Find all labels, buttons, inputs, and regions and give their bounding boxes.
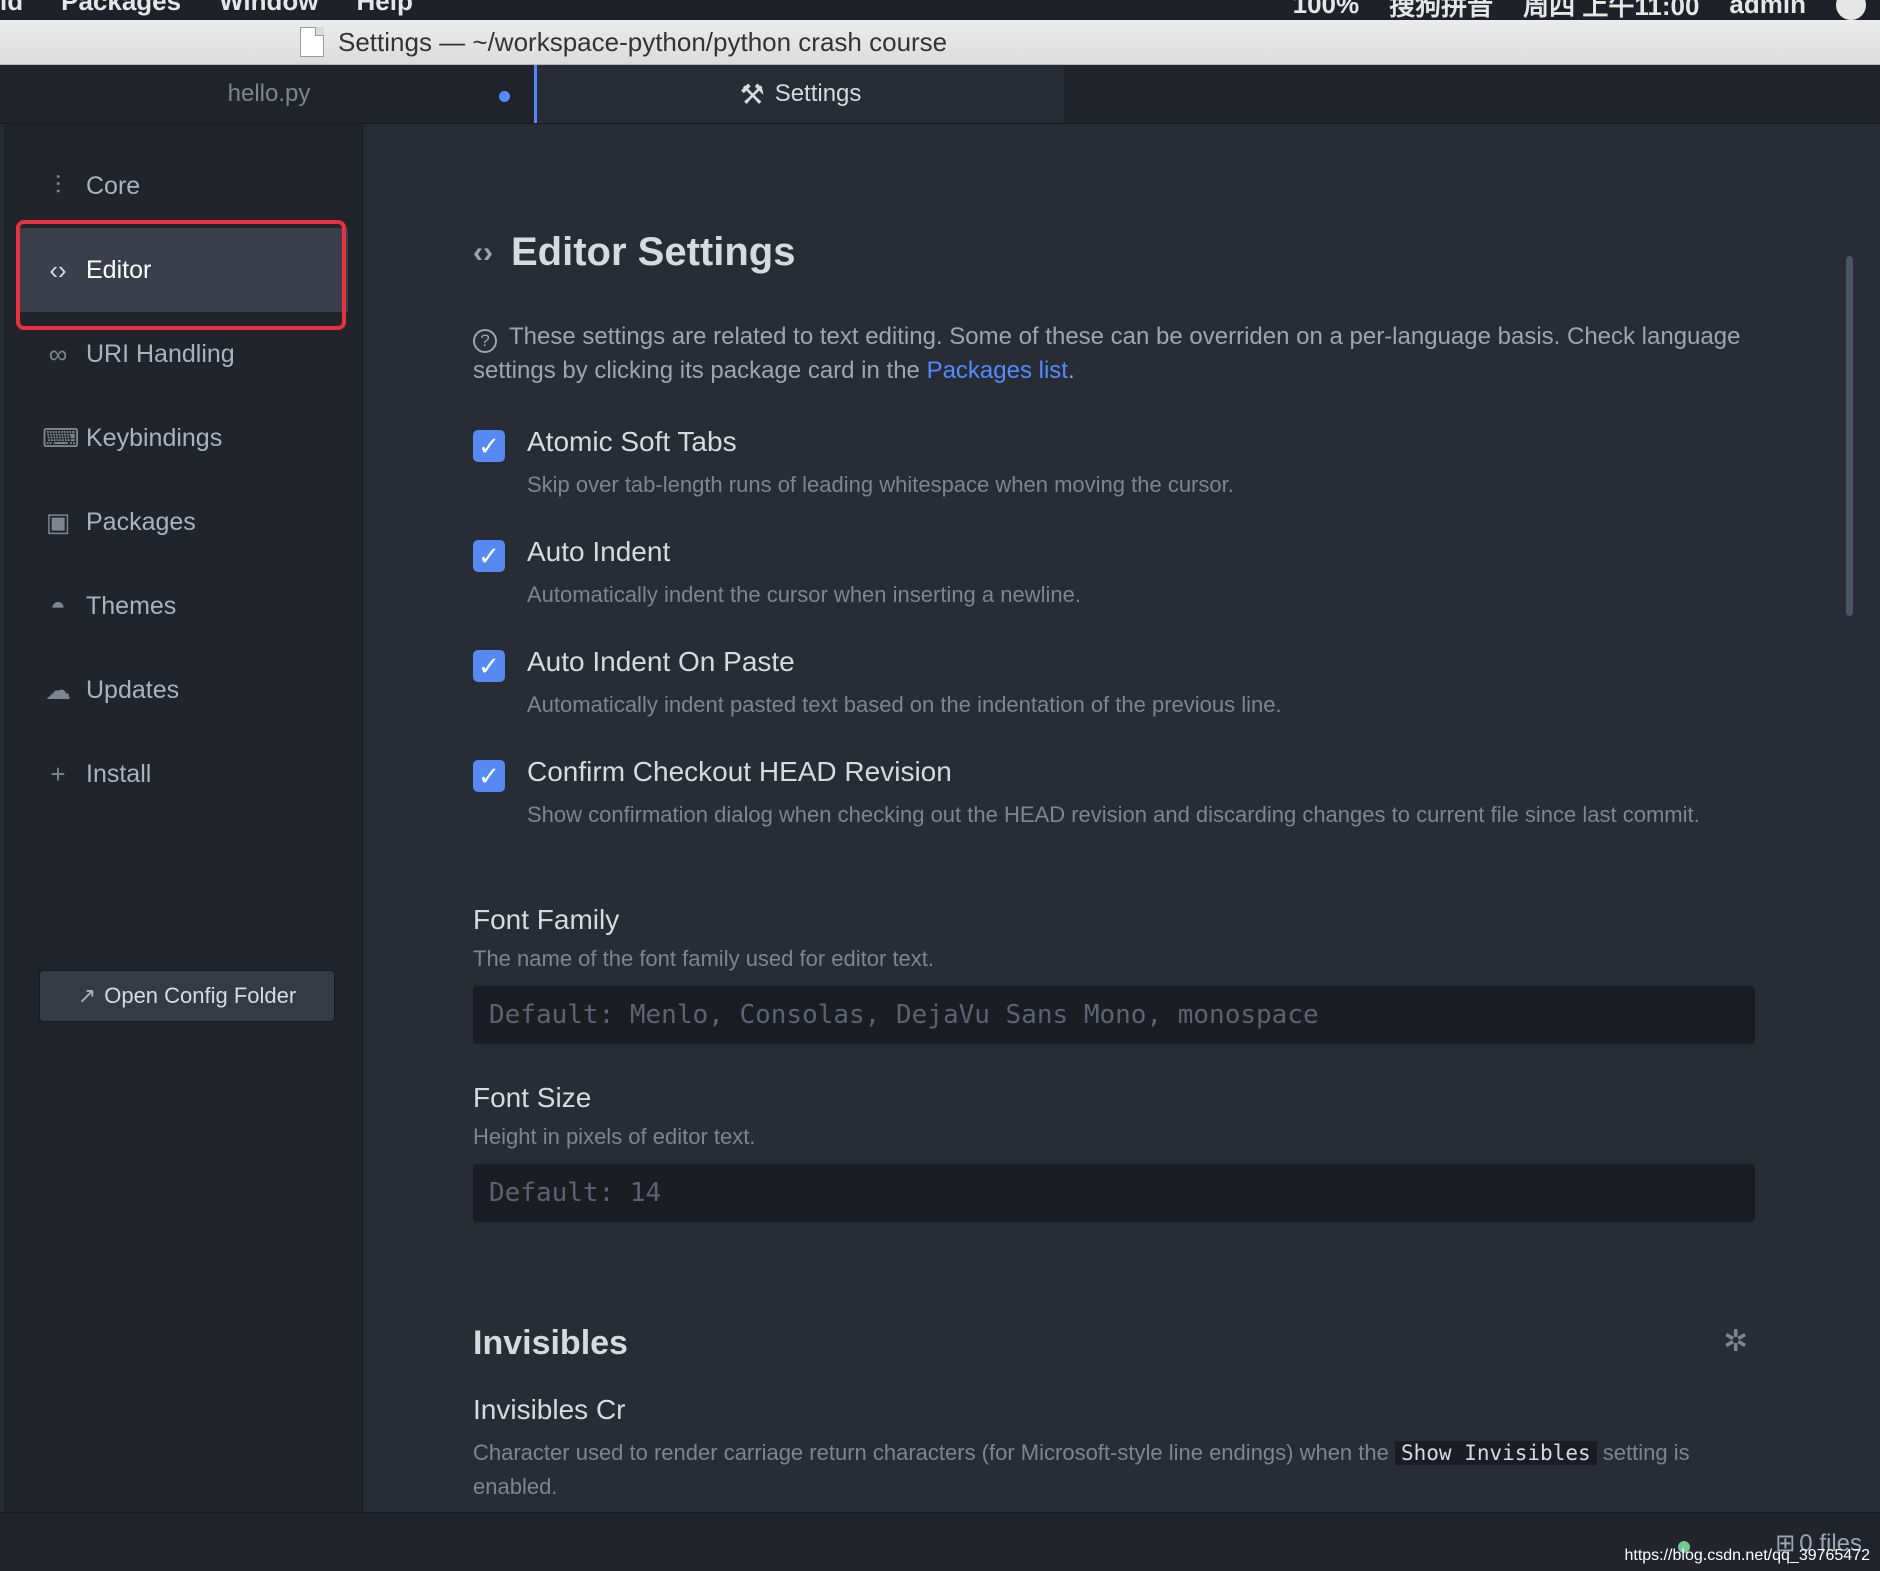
tab-settings[interactable]: ⚒ Settings (534, 65, 1064, 123)
font-family-description: The name of the font family used for edi… (473, 946, 935, 971)
input-method[interactable]: 搜狗拼音 (1389, 0, 1493, 20)
intro-text: ? These settings are related to text edit… (473, 320, 1773, 388)
sidebar-item-label: Install (86, 759, 152, 788)
tab-hello-py[interactable]: hello.py (4, 65, 534, 123)
setting-description: Automatically indent pasted text based o… (527, 692, 1282, 717)
status-bar: ⊞ 0 files https://blog.csdn.net/qq_397654… (0, 1512, 1880, 1571)
sliders-icon: ⫶ (54, 170, 62, 200)
confirm-checkout-head-checkbox[interactable]: ✓ (473, 760, 505, 792)
scrollbar[interactable] (1846, 256, 1853, 616)
page-title: ‹› Editor Settings (473, 230, 795, 275)
font-family-input[interactable]: Default: Menlo, Consolas, DejaVu Sans Mo… (473, 986, 1755, 1044)
sidebar-item-label: Core (86, 171, 141, 200)
invisibles-cr-label: Invisibles Cr (473, 1394, 626, 1425)
show-invisibles-code: Show Invisibles (1394, 1441, 1597, 1465)
modified-dot-icon[interactable] (499, 91, 510, 102)
sidebar-item-install[interactable]: + Install (18, 732, 348, 816)
setting-label[interactable]: Auto Indent On Paste (527, 646, 795, 678)
question-icon: ? (473, 329, 497, 353)
watermark-url: https://blog.csdn.net/qq_39765472 (1624, 1547, 1870, 1564)
window-title-bar: Settings — ~/workspace-python/python cra… (0, 20, 1880, 65)
settings-panel: ‹› Editor Settings ? These settings are r… (363, 124, 1863, 1512)
battery-percent: 100% (1292, 0, 1360, 19)
sidebar-item-core[interactable]: ⫶ Core (18, 144, 348, 228)
auto-indent-on-paste-checkbox[interactable]: ✓ (473, 650, 505, 682)
cloud-download-icon: ☁ (45, 674, 71, 705)
sidebar-item-label: URI Handling (86, 339, 235, 368)
tools-icon: ⚒ (739, 78, 765, 110)
sidebar-item-editor[interactable]: ‹› Editor (18, 228, 348, 312)
menu-items: id Packages Window Help (0, 0, 413, 17)
sidebar-item-themes[interactable]: ◓ Themes (18, 564, 348, 648)
keyboard-icon: ⌨ (42, 422, 80, 453)
sidebar-item-label: Keybindings (86, 423, 223, 452)
setting-description: Skip over tab-length runs of leading whi… (527, 472, 1234, 497)
setting-label[interactable]: Atomic Soft Tabs (527, 426, 737, 458)
tab-label: Settings (774, 80, 862, 107)
setting-label[interactable]: Auto Indent (527, 536, 670, 568)
atomic-soft-tabs-checkbox[interactable]: ✓ (473, 430, 505, 462)
font-size-label: Font Size (473, 1082, 592, 1113)
intro-end: . (1067, 357, 1075, 384)
user-name[interactable]: admin (1729, 0, 1806, 20)
menu-item-packages[interactable]: Packages (61, 0, 181, 17)
open-config-label: Open Config Folder (104, 983, 297, 1008)
menu-bar: id Packages Window Help 100% 搜狗拼音 周四 上午1… (0, 0, 1880, 20)
document-icon (300, 27, 324, 57)
auto-indent-checkbox[interactable]: ✓ (473, 540, 505, 572)
paintcan-icon: ◓ (50, 590, 66, 621)
packages-list-link[interactable]: Packages list (927, 357, 1068, 384)
window-title: Settings — ~/workspace-python/python cra… (338, 26, 948, 57)
tab-label: hello.py (227, 80, 311, 107)
intro-body: These settings are related to text editi… (473, 323, 1741, 384)
setting-label[interactable]: Confirm Checkout HEAD Revision (527, 756, 952, 788)
setting-description: Automatically indent the cursor when ins… (527, 582, 1081, 607)
menu-item-window[interactable]: Window (219, 0, 318, 17)
sidebar-item-packages[interactable]: ▣ Packages (18, 480, 348, 564)
sidebar-item-label: Themes (86, 591, 177, 620)
font-family-label: Font Family (473, 904, 620, 935)
fold-icon[interactable]: ✲ (1723, 1324, 1748, 1359)
link-icon: ∞ (48, 338, 68, 369)
section-title-text: Editor Settings (510, 230, 796, 274)
font-size-description: Height in pixels of editor text. (473, 1124, 756, 1149)
sidebar-item-label: Editor (86, 255, 152, 284)
siri-icon[interactable] (1836, 0, 1866, 20)
menu-status: 100% 搜狗拼音 周四 上午11:00 admin (1293, 0, 1866, 20)
setting-description: Show confirmation dialog when checking o… (527, 802, 1700, 827)
code-icon: ‹› (49, 254, 67, 285)
sidebar-item-updates[interactable]: ☁ Updates (18, 648, 348, 732)
sidebar-item-label: Packages (86, 507, 196, 536)
invisibles-heading: Invisibles (473, 1324, 628, 1362)
link-external-icon: ↗ (77, 983, 97, 1008)
sidebar-item-label: Updates (86, 675, 180, 704)
plus-icon: + (50, 758, 66, 789)
open-config-folder-button[interactable]: ↗ Open Config Folder (39, 970, 335, 1022)
cr-desc-start: Character used to render carriage return… (473, 1440, 1389, 1465)
invisibles-cr-description: Character used to render carriage return… (473, 1436, 1763, 1504)
tab-bar: hello.py ⚒ Settings (0, 65, 1880, 124)
code-icon: ‹› (473, 235, 493, 269)
font-size-input[interactable]: Default: 14 (473, 1164, 1755, 1222)
sidebar-item-keybindings[interactable]: ⌨ Keybindings (18, 396, 348, 480)
sidebar-item-uri-handling[interactable]: ∞ URI Handling (18, 312, 348, 396)
menu-item[interactable]: id (0, 0, 23, 17)
settings-sidebar: ⫶ Core ‹› Editor ∞ URI Handling ⌨ Keybin… (4, 124, 363, 1512)
clock[interactable]: 周四 上午11:00 (1523, 0, 1699, 20)
menu-item-help[interactable]: Help (357, 0, 413, 17)
package-icon: ▣ (45, 506, 71, 537)
